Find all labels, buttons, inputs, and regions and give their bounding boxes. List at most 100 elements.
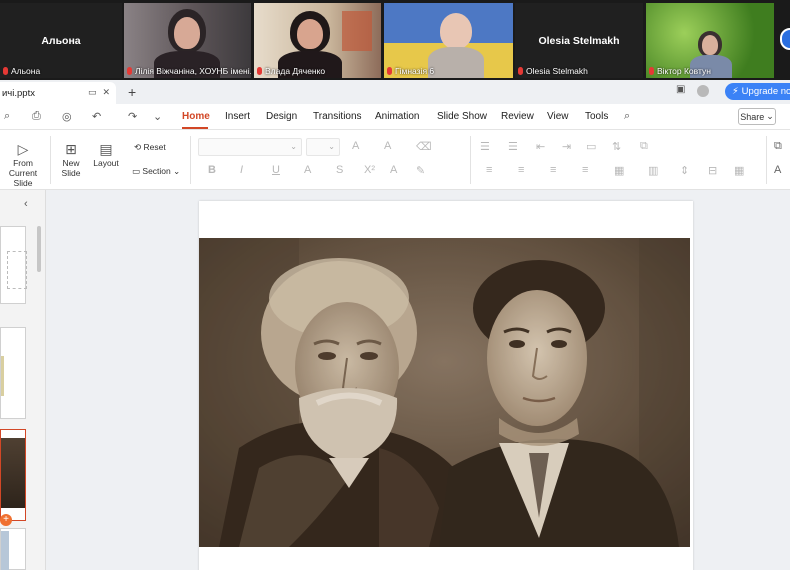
- format-painter-icon[interactable]: ⌕: [4, 110, 10, 123]
- participant-tile-1[interactable]: Альона Альона: [0, 3, 122, 78]
- text-align-icon[interactable]: ⊟: [708, 164, 717, 177]
- shadow-icon[interactable]: S: [336, 164, 343, 176]
- text-box-insert-icon[interactable]: A: [774, 164, 781, 176]
- text-settings-icon[interactable]: ▦: [734, 164, 744, 177]
- participant-tile-2[interactable]: Лілія Віжчаніна, ХОУНБ імені...: [124, 3, 251, 78]
- tab-animation[interactable]: Animation: [375, 111, 419, 122]
- chevron-down-icon: ⌄: [766, 111, 774, 121]
- tab-view[interactable]: View: [547, 111, 569, 122]
- font-size-box[interactable]: ⌄: [306, 138, 340, 156]
- new-tab-icon[interactable]: +: [128, 84, 136, 100]
- font-name-box[interactable]: ⌄: [198, 138, 302, 156]
- columns-icon[interactable]: ▥: [648, 164, 658, 177]
- search-icon[interactable]: ⌕: [624, 110, 630, 123]
- upgrade-button[interactable]: ⚡ Upgrade no: [725, 83, 790, 100]
- highlight-icon[interactable]: ✎: [416, 164, 425, 177]
- clear-format-icon[interactable]: ⌫: [416, 140, 432, 153]
- slide-thumbnail[interactable]: [0, 528, 26, 570]
- participant-tile-6[interactable]: Віктор Ковтун: [646, 3, 774, 78]
- tab-review[interactable]: Review: [501, 111, 534, 122]
- participant-tile-3[interactable]: Влада Дяченко: [254, 3, 381, 78]
- slide-thumbnail[interactable]: [0, 226, 27, 304]
- print-icon[interactable]: ⎙: [32, 110, 41, 123]
- convert-icon[interactable]: ⧉: [640, 140, 648, 153]
- slide-thumbnail-selected[interactable]: [0, 429, 26, 521]
- mic-muted-icon: [257, 67, 262, 75]
- grow-font-icon[interactable]: A: [352, 140, 359, 152]
- bold-icon[interactable]: B: [208, 164, 216, 176]
- document-filename: ичі.pptx: [2, 87, 35, 99]
- text-direction-icon[interactable]: ⇅: [612, 140, 621, 153]
- ribbon-divider: [470, 136, 471, 184]
- video-strip: Альона Альона Лілія Віжчаніна, ХОУНБ іме…: [0, 0, 790, 80]
- slide-thumbnail[interactable]: [0, 327, 26, 419]
- ribbon-divider: [50, 136, 51, 184]
- align-center-icon[interactable]: ≡: [518, 164, 524, 176]
- ribbon-toolbar: ▷ From Current Slide ⊞ New Slide ▤ Layou…: [0, 130, 790, 190]
- title-bar: ичі.pptx ▭ ✕: [0, 80, 790, 104]
- chevron-down-icon[interactable]: ⌄: [153, 110, 162, 123]
- layout-icon: ▤: [99, 141, 113, 157]
- sepia-portrait-photo: [199, 238, 690, 547]
- tab-tools[interactable]: Tools: [585, 111, 608, 122]
- layout-button[interactable]: ▤ Layout: [88, 142, 124, 168]
- align-left-icon[interactable]: ≡: [486, 164, 492, 176]
- bullets-icon[interactable]: ☰: [480, 140, 490, 153]
- decrease-indent-icon[interactable]: ⇤: [536, 140, 545, 153]
- tab-transitions[interactable]: Transitions: [313, 111, 362, 122]
- new-slide-button[interactable]: ⊞ New Slide: [58, 142, 84, 178]
- participant-label: Гімназія 6: [387, 66, 434, 76]
- active-tab-indicator: [182, 127, 208, 129]
- undo-icon[interactable]: ↶: [92, 110, 101, 123]
- mic-muted-icon: [387, 67, 392, 75]
- avatar[interactable]: [697, 85, 709, 97]
- participant-tile-5[interactable]: Olesia Stelmakh Olesia Stelmakh: [515, 3, 643, 78]
- underline-icon[interactable]: U: [272, 164, 280, 176]
- slide-photo[interactable]: [199, 238, 690, 547]
- tab-insert[interactable]: Insert: [225, 111, 250, 122]
- shapes-icon[interactable]: ⧉: [774, 140, 782, 153]
- superscript-icon[interactable]: X²: [364, 164, 375, 176]
- mic-muted-icon: [518, 67, 523, 75]
- participant-tile-4[interactable]: Гімназія 6: [384, 3, 513, 78]
- reset-button[interactable]: ⟲ Reset: [134, 142, 166, 152]
- mic-muted-icon: [127, 67, 132, 75]
- increase-indent-icon[interactable]: ⇥: [562, 140, 571, 153]
- distribute-icon[interactable]: ▦: [614, 164, 624, 177]
- italic-icon[interactable]: I: [240, 164, 243, 176]
- thumbnails-scrollbar[interactable]: [37, 226, 41, 272]
- lightning-icon: ⚡: [732, 86, 739, 97]
- line-spacing-icon[interactable]: ⇕: [680, 164, 689, 177]
- window-icon[interactable]: ▭: [88, 87, 97, 98]
- print-preview-icon[interactable]: ◎: [62, 110, 72, 123]
- numbering-icon[interactable]: ☰: [508, 140, 518, 153]
- slide-count-icon[interactable]: ▣: [676, 84, 685, 95]
- font-color-icon[interactable]: A: [390, 164, 397, 176]
- text-box-icon[interactable]: ▭: [586, 140, 596, 153]
- add-slide-icon[interactable]: +: [0, 514, 12, 526]
- participant-label: Olesia Stelmakh: [518, 66, 588, 76]
- tab-home[interactable]: Home: [182, 111, 210, 122]
- from-current-slide-button[interactable]: ▷ From Current Slide: [0, 142, 46, 188]
- ribbon-divider: [766, 136, 767, 184]
- participant-label: Альона: [3, 66, 40, 76]
- meeting-control-button[interactable]: [780, 28, 790, 50]
- shrink-font-icon[interactable]: A: [384, 140, 391, 152]
- chevron-left-icon[interactable]: ‹: [24, 198, 28, 210]
- justify-icon[interactable]: ≡: [582, 164, 588, 176]
- align-right-icon[interactable]: ≡: [550, 164, 556, 176]
- share-button[interactable]: Share ⌄: [738, 108, 776, 125]
- document-tab[interactable]: ичі.pptx ▭ ✕: [0, 82, 116, 104]
- participant-label: Віктор Ковтун: [649, 66, 711, 76]
- ribbon-divider: [190, 136, 191, 184]
- mic-muted-icon: [649, 67, 654, 75]
- play-icon: ▷: [17, 141, 29, 157]
- tab-design[interactable]: Design: [266, 111, 297, 122]
- strikethrough-icon[interactable]: A: [304, 164, 311, 176]
- participant-name-center: Olesia Stelmakh: [538, 35, 620, 47]
- menu-bar: ⌕ ⎙ ◎ ↶ ↷ ⌄ Home Insert Design Transitio…: [0, 104, 790, 130]
- redo-icon[interactable]: ↷: [128, 110, 137, 123]
- section-button[interactable]: ▭ Section ⌄: [132, 166, 180, 176]
- tab-slide-show[interactable]: Slide Show: [437, 111, 487, 122]
- close-tab-icon[interactable]: ✕: [102, 87, 110, 98]
